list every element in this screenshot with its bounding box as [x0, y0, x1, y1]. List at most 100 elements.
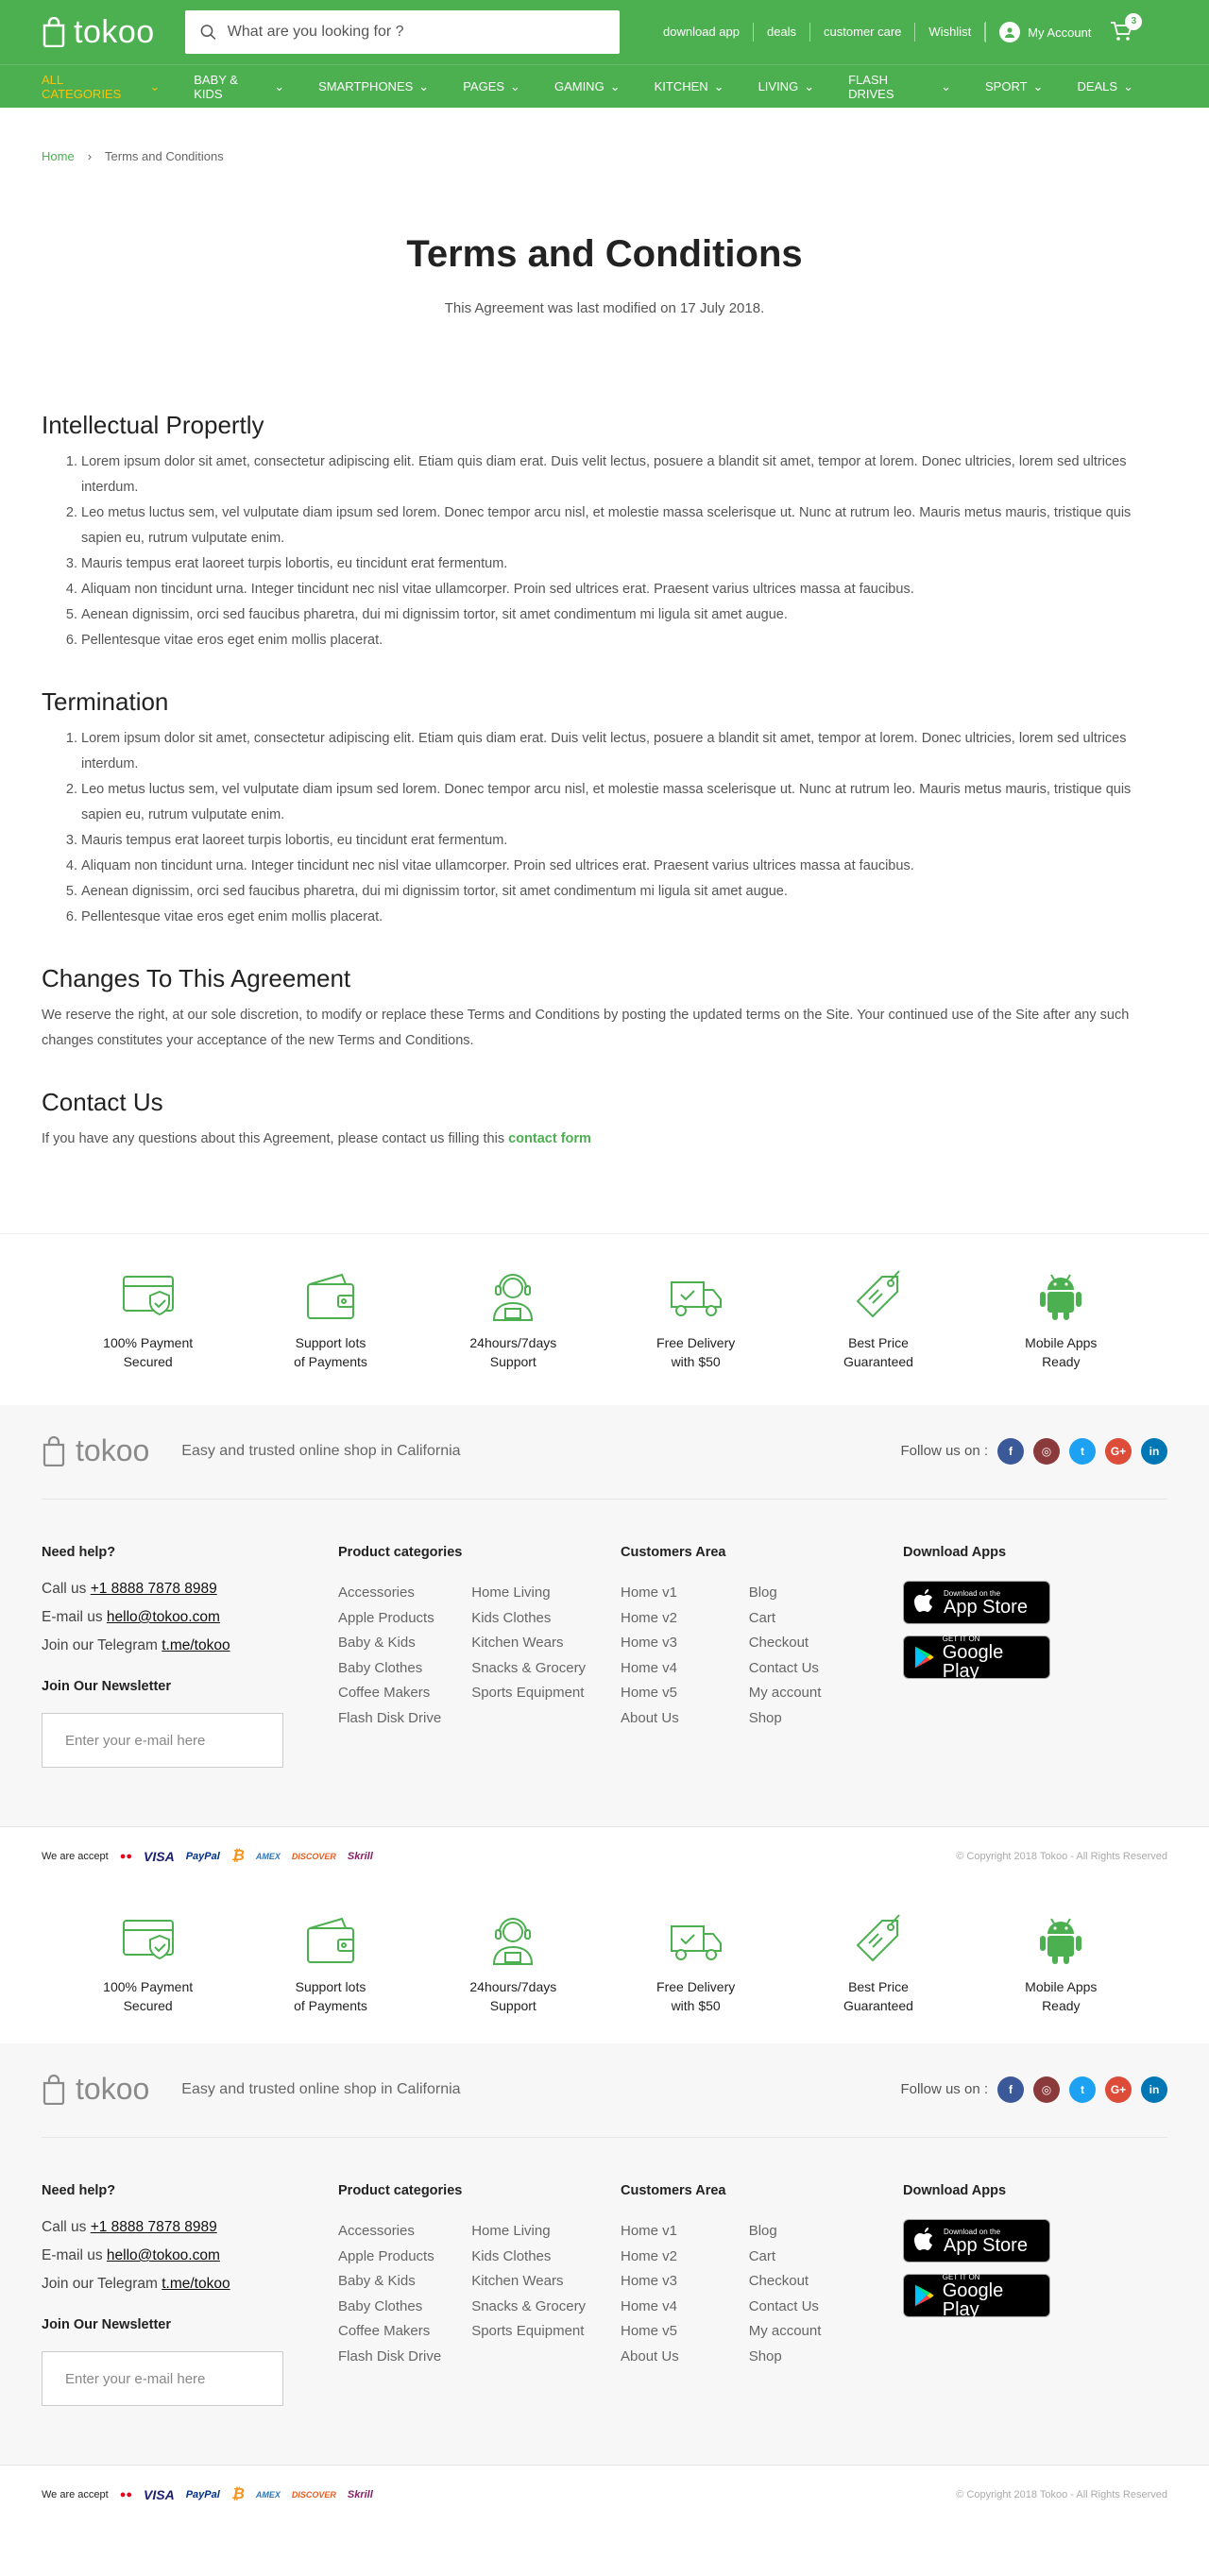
footer-link[interactable]: Home v2: [621, 1606, 679, 1632]
nav-gaming[interactable]: Gaming ⌄: [554, 79, 621, 94]
nav-sport[interactable]: Sport ⌄: [985, 79, 1043, 94]
footer-link[interactable]: Home Living: [471, 1581, 586, 1606]
email-link[interactable]: hello@tokoo.com: [107, 1609, 220, 1625]
telegram-link[interactable]: t.me/tokoo: [162, 1637, 230, 1653]
footer-link[interactable]: Coffee Makers: [338, 1681, 441, 1706]
footer-link[interactable]: Sports Equipment: [471, 2319, 586, 2345]
phone-link[interactable]: +1 8888 7878 8989: [91, 2219, 217, 2235]
google-play-button[interactable]: GET IT ON Google Play: [903, 2273, 1050, 2319]
footer-help: Need help? Call us +1 8888 7878 8989 E-m…: [42, 1545, 338, 1768]
linkedin-icon[interactable]: in: [1141, 2076, 1167, 2103]
twitter-icon[interactable]: t: [1069, 2076, 1096, 2103]
nav-flash-drives[interactable]: Flash Drives ⌄: [848, 73, 951, 101]
footer-logo[interactable]: tokoo Easy and trusted online shop in Ca…: [42, 2072, 461, 2107]
footer-link[interactable]: Cart: [749, 1606, 822, 1632]
footer-link[interactable]: Home v1: [621, 1581, 679, 1606]
deals-link[interactable]: deals: [754, 23, 811, 42]
footer-link[interactable]: Kids Clothes: [471, 2245, 586, 2270]
footer-columns: Need help? Call us +1 8888 7878 8989 E-m…: [42, 2138, 1167, 2465]
logo[interactable]: tokoo: [42, 14, 185, 51]
footer-link[interactable]: Flash Disk Drive: [338, 2345, 441, 2370]
twitter-icon[interactable]: t: [1069, 1437, 1096, 1465]
footer-link[interactable]: About Us: [621, 2345, 679, 2370]
footer-link[interactable]: Baby & Kids: [338, 2269, 441, 2295]
footer-link[interactable]: Contact Us: [749, 2295, 822, 2320]
feature-delivery: Free Delivery with $50: [621, 1269, 772, 1371]
footer-link[interactable]: Checkout: [749, 2269, 822, 2295]
telegram-link[interactable]: t.me/tokoo: [162, 2276, 230, 2292]
copyright: © Copyright 2018 Tokoo - All Rights Rese…: [956, 1850, 1167, 1862]
footer-link[interactable]: Flash Disk Drive: [338, 1706, 441, 1732]
footer-link[interactable]: Blog: [749, 1581, 822, 1606]
footer-link[interactable]: Apple Products: [338, 1606, 441, 1632]
footer-link[interactable]: Baby Clothes: [338, 2295, 441, 2320]
footer-link[interactable]: Snacks & Grocery: [471, 2295, 586, 2320]
footer-link[interactable]: Contact Us: [749, 1656, 822, 1682]
bitcoin-icon: ₿: [230, 1847, 245, 1864]
search-input[interactable]: [227, 24, 604, 41]
footer-link[interactable]: About Us: [621, 1706, 679, 1732]
footer-link[interactable]: Sports Equipment: [471, 1681, 586, 1706]
footer-link[interactable]: Kids Clothes: [471, 1606, 586, 1632]
newsletter-email-input[interactable]: [42, 1713, 283, 1768]
delivery-truck-icon: [670, 1925, 722, 1960]
footer-link[interactable]: Home v3: [621, 2269, 679, 2295]
footer-link[interactable]: Blog: [749, 2219, 822, 2245]
app-store-button[interactable]: Download on the App Store: [903, 1581, 1050, 1624]
footer-link[interactable]: Accessories: [338, 2219, 441, 2245]
footer-link[interactable]: Apple Products: [338, 2245, 441, 2270]
facebook-icon[interactable]: f: [997, 2076, 1024, 2103]
download-app-link[interactable]: download app: [650, 23, 754, 42]
footer-link[interactable]: My account: [749, 1681, 822, 1706]
footer-link[interactable]: Coffee Makers: [338, 2319, 441, 2345]
footer-link[interactable]: Shop: [749, 2345, 822, 2370]
footer-link[interactable]: Baby Clothes: [338, 1656, 441, 1682]
nav-baby-kids[interactable]: Baby & Kids ⌄: [194, 73, 284, 101]
newsletter-email-input[interactable]: [42, 2351, 283, 2406]
customer-care-link[interactable]: customer care: [810, 23, 916, 42]
instagram-icon[interactable]: ◎: [1033, 1437, 1060, 1465]
footer-link[interactable]: Home v4: [621, 1656, 679, 1682]
footer-link[interactable]: Shop: [749, 1706, 822, 1732]
cart-button[interactable]: 3: [1110, 12, 1143, 44]
contact-form-link[interactable]: contact form: [508, 1131, 591, 1146]
nav-deals[interactable]: Deals ⌄: [1077, 79, 1133, 94]
footer-link[interactable]: Home v2: [621, 2245, 679, 2270]
footer-link[interactable]: Home v5: [621, 1681, 679, 1706]
footer-link[interactable]: My account: [749, 2319, 822, 2345]
google-plus-icon[interactable]: G+: [1105, 1437, 1132, 1465]
my-account-link[interactable]: My Account: [985, 22, 1104, 42]
nav-kitchen[interactable]: Kitchen ⌄: [655, 79, 724, 94]
feature-payment-secured: 100% Payment Secured: [73, 1269, 224, 1371]
footer-link[interactable]: Cart: [749, 2245, 822, 2270]
footer-link[interactable]: Home v5: [621, 2319, 679, 2345]
footer-link[interactable]: Kitchen Wears: [471, 2269, 586, 2295]
google-plus-icon[interactable]: G+: [1105, 2076, 1132, 2103]
google-play-button[interactable]: GET IT ON Google Play: [903, 1635, 1050, 1681]
instagram-icon[interactable]: ◎: [1033, 2076, 1060, 2103]
breadcrumb-home[interactable]: Home: [42, 149, 75, 163]
nav-pages[interactable]: Pages ⌄: [463, 79, 520, 94]
feature-support: 24hours/7days Support: [437, 1913, 588, 2015]
nav-smartphones[interactable]: Smartphones ⌄: [318, 79, 429, 94]
footer-link[interactable]: Checkout: [749, 1631, 822, 1656]
email-link[interactable]: hello@tokoo.com: [107, 2247, 220, 2263]
nav-living[interactable]: Living ⌄: [758, 79, 815, 94]
visa-icon: VISA: [144, 2486, 175, 2502]
footer-logo[interactable]: tokoo Easy and trusted online shop in Ca…: [42, 1433, 461, 1468]
footer-link[interactable]: Home v3: [621, 1631, 679, 1656]
footer-link[interactable]: Home v1: [621, 2219, 679, 2245]
footer-link[interactable]: Home v4: [621, 2295, 679, 2320]
wishlist-link[interactable]: Wishlist: [915, 23, 986, 42]
linkedin-icon[interactable]: in: [1141, 1437, 1167, 1465]
feature-mobile-apps: Mobile Apps Ready: [985, 1913, 1136, 2015]
footer-link[interactable]: Baby & Kids: [338, 1631, 441, 1656]
nav-all-categories[interactable]: All Categories ⌄: [42, 73, 160, 101]
footer-link[interactable]: Accessories: [338, 1581, 441, 1606]
app-store-button[interactable]: Download on the App Store: [903, 2219, 1050, 2262]
footer-link[interactable]: Kitchen Wears: [471, 1631, 586, 1656]
phone-link[interactable]: +1 8888 7878 8989: [91, 1581, 217, 1597]
footer-link[interactable]: Snacks & Grocery: [471, 1656, 586, 1682]
facebook-icon[interactable]: f: [997, 1437, 1024, 1465]
footer-link[interactable]: Home Living: [471, 2219, 586, 2245]
